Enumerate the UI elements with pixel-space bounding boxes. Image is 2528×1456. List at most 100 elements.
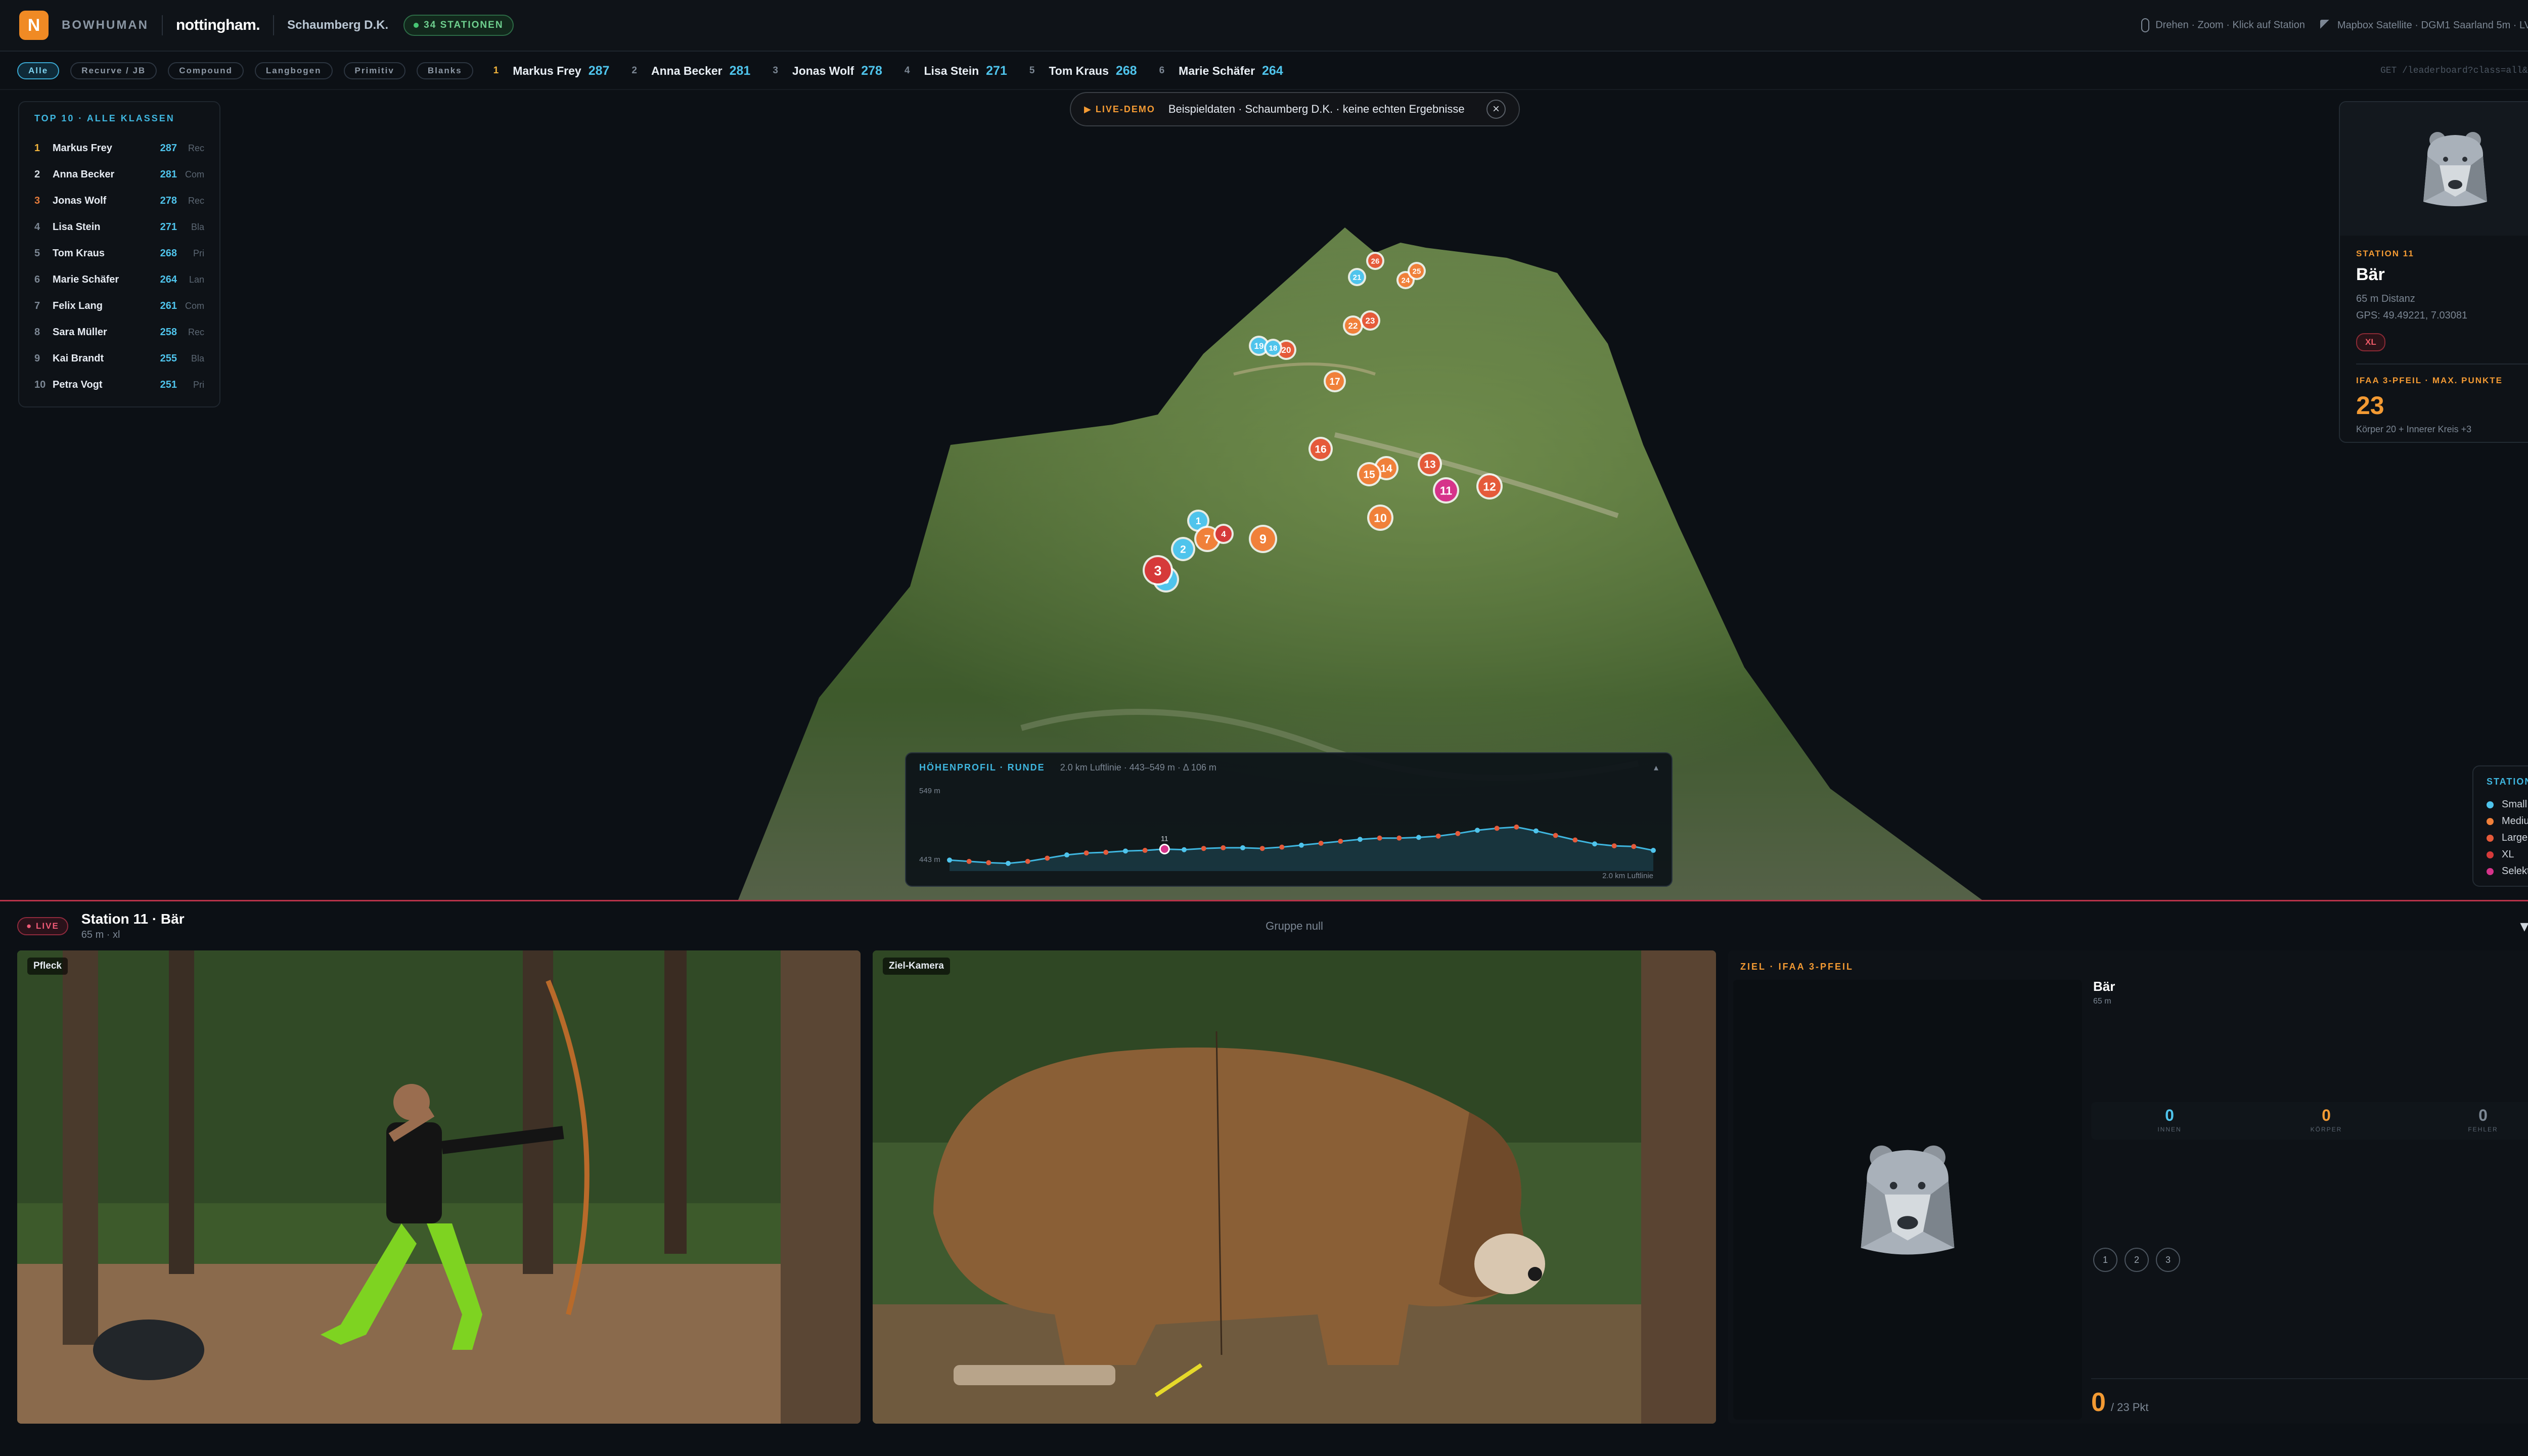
elevation-point[interactable] [1045, 855, 1050, 861]
ticker-item[interactable]: 2 Anna Becker 281 [631, 64, 750, 78]
list-item[interactable]: 9 Kai Brandt 255 Bla [34, 345, 204, 372]
station-marker-label: 1 [1196, 516, 1201, 527]
station-marker[interactable]: 4 [1213, 524, 1234, 544]
rank: 3 [34, 195, 40, 206]
filter-chip[interactable]: Langbogen [254, 62, 333, 79]
station-gps: GPS: 49.49221, 7.03081 [2356, 310, 2468, 321]
elevation-point[interactable] [1475, 828, 1480, 833]
ticker-item[interactable]: 5 Tom Kraus 268 [1029, 64, 1137, 78]
arrow-button[interactable]: 2 [2125, 1248, 2149, 1272]
elevation-meta: 2.0 km Luftlinie · 443–549 m · Δ 106 m [1060, 762, 1216, 772]
arrow-button[interactable]: 1 [2093, 1248, 2117, 1272]
ticker-item[interactable]: 4 Lisa Stein 271 [905, 64, 1007, 78]
elevation-point[interactable] [1064, 852, 1069, 858]
elevation-point[interactable] [1338, 839, 1343, 844]
filter-chip[interactable]: Primitiv [343, 62, 405, 79]
ticker-item[interactable]: 1 Markus Frey 287 [493, 64, 610, 78]
elevation-point[interactable] [1142, 848, 1148, 853]
elevation-point[interactable] [1377, 835, 1382, 841]
station-marker[interactable]: 21 [1348, 268, 1366, 286]
elevation-point[interactable] [1435, 833, 1441, 839]
station-marker[interactable]: 26 [1366, 252, 1384, 270]
elevation-point[interactable] [1592, 841, 1597, 847]
station-marker[interactable]: 15 [1357, 462, 1381, 486]
station-marker-label: 14 [1380, 463, 1392, 475]
station-marker[interactable]: 17 [1324, 370, 1346, 392]
collapse-icon[interactable]: ▴ [1654, 762, 1658, 773]
arrow-button[interactable]: 3 [2156, 1248, 2180, 1272]
elevation-point[interactable] [1279, 844, 1285, 850]
elevation-point[interactable] [1396, 835, 1402, 841]
station-marker[interactable]: 22 [1343, 315, 1363, 336]
ticker-item[interactable]: 6 Marie Schäfer 264 [1159, 64, 1283, 78]
elevation-point[interactable] [1651, 848, 1656, 853]
elevation-point[interactable] [1631, 844, 1637, 849]
filter-chip[interactable]: Compound [168, 62, 244, 79]
list-item[interactable]: 2 Anna Becker 281 Com [34, 161, 204, 188]
station-marker[interactable]: 10 [1367, 505, 1393, 531]
elevation-point[interactable] [986, 860, 991, 866]
filter-chip[interactable]: Blanks [416, 62, 473, 79]
archer-name: Felix Lang [53, 300, 103, 311]
list-item[interactable]: 7 Felix Lang 261 Com [34, 293, 204, 319]
ticker-item[interactable]: 3 Jonas Wolf 278 [773, 64, 882, 78]
station-marker[interactable]: 9 [1249, 525, 1277, 553]
elevation-point[interactable] [1103, 849, 1109, 855]
collapse-icon[interactable]: ▾ [2520, 916, 2528, 936]
filter-chip[interactable]: Recurve / JB [70, 62, 157, 79]
elevation-point[interactable] [1416, 835, 1421, 840]
elevation-point[interactable] [1123, 848, 1128, 854]
station-marker[interactable]: 18 [1264, 339, 1282, 357]
elevation-point[interactable] [1611, 843, 1617, 849]
elevation-point[interactable] [1358, 837, 1363, 842]
elevation-point[interactable] [1553, 833, 1558, 838]
elevation-point[interactable] [966, 858, 972, 864]
legend-items: Small Medium Large XL Selektiert [2487, 796, 2528, 880]
elevation-point[interactable] [1159, 843, 1170, 854]
elevation-point[interactable] [1318, 840, 1324, 846]
ticker-score: 271 [986, 63, 1007, 78]
source-text: Mapbox Satellite · DGM1 Saarland 5m · LV… [2320, 20, 2528, 31]
station-marker[interactable]: 13 [1418, 452, 1442, 476]
archer-score: 287 [160, 142, 177, 154]
elevation-point[interactable] [1572, 837, 1578, 843]
elevation-point[interactable] [1533, 828, 1539, 834]
elevation-point[interactable] [1494, 826, 1500, 831]
station-marker[interactable]: 2 [1171, 537, 1195, 561]
ticker-rank: 2 [631, 65, 637, 76]
station-marker[interactable]: 11 [1433, 477, 1459, 504]
list-item[interactable]: 4 Lisa Stein 271 Bla [34, 214, 204, 240]
close-icon[interactable]: × [1486, 100, 1506, 119]
elevation-point[interactable] [1221, 845, 1226, 850]
station-marker[interactable]: 16 [1308, 437, 1333, 461]
ticker-score: 268 [1115, 63, 1137, 78]
elevation-point[interactable] [1006, 860, 1011, 866]
station-marker-label: 21 [1353, 273, 1362, 282]
archer-name: Markus Frey [53, 142, 112, 154]
list-item[interactable]: 3 Jonas Wolf 278 Rec [34, 188, 204, 214]
elevation-point[interactable] [1201, 846, 1206, 851]
ticker-score: 287 [588, 63, 610, 78]
station-marker[interactable]: 12 [1476, 473, 1503, 499]
station-marker[interactable]: 25 [1408, 262, 1426, 280]
elevation-chart[interactable]: 549 m 443 m 2.0 km Luftlinie 11 [919, 775, 1658, 881]
list-item[interactable]: 10 Petra Vogt 251 Pri [34, 372, 204, 398]
elevation-point[interactable] [947, 857, 952, 863]
elevation-point[interactable] [1259, 846, 1265, 851]
list-item[interactable]: 6 Marie Schäfer 264 Lan [34, 266, 204, 293]
elevation-point[interactable] [1240, 845, 1245, 850]
station-marker[interactable]: 23 [1360, 310, 1380, 331]
elevation-point[interactable] [1455, 831, 1461, 836]
list-item[interactable]: 5 Tom Kraus 268 Pri [34, 240, 204, 266]
station-marker[interactable]: 3 [1143, 555, 1173, 585]
elevation-point[interactable] [1299, 842, 1304, 848]
list-item[interactable]: 1 Markus Frey 287 Rec [34, 135, 204, 161]
list-item[interactable]: 8 Sara Müller 258 Rec [34, 319, 204, 345]
app-logo[interactable]: N [19, 11, 49, 40]
bear-icon [1861, 1145, 1955, 1255]
filter-chip[interactable]: Alle [17, 62, 60, 79]
elevation-point[interactable] [1514, 824, 1519, 830]
elevation-point[interactable] [1084, 850, 1089, 856]
elevation-point[interactable] [1025, 858, 1030, 864]
elevation-point[interactable] [1182, 847, 1187, 852]
